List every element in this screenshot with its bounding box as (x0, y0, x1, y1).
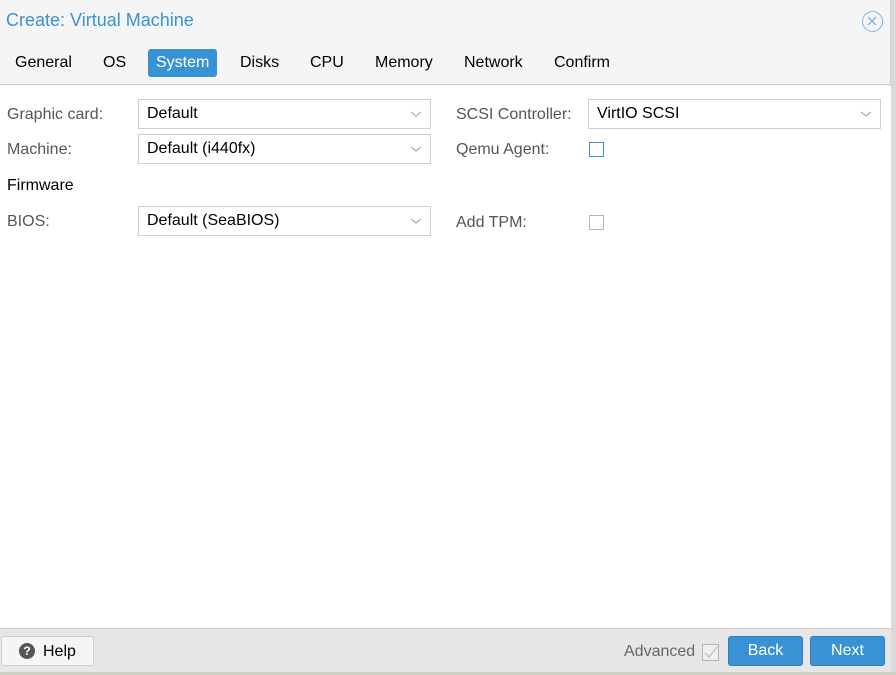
scsi-controller-value: VirtIO SCSI (597, 105, 680, 122)
close-icon (867, 16, 877, 26)
machine-value: Default (i440fx) (147, 140, 256, 157)
help-button[interactable]: ? Help (1, 636, 94, 666)
machine-label: Machine: (7, 141, 72, 158)
tab-os[interactable]: OS (95, 49, 134, 77)
advanced-checkbox[interactable] (702, 644, 719, 661)
graphic-card-label: Graphic card: (7, 106, 104, 123)
tab-general[interactable]: General (7, 49, 80, 77)
chevron-down-icon (410, 146, 422, 152)
qemu-agent-checkbox[interactable] (589, 142, 604, 157)
qemu-agent-label: Qemu Agent: (456, 141, 550, 158)
chevron-down-icon (860, 111, 872, 117)
wizard-tabs: General OS System Disks CPU Memory Netwo… (0, 42, 891, 85)
bios-label: BIOS: (7, 213, 50, 230)
tab-cpu[interactable]: CPU (302, 49, 352, 77)
graphic-card-select[interactable]: Default (138, 99, 431, 129)
add-tpm-label: Add TPM: (456, 214, 527, 231)
create-vm-dialog: Create: Virtual Machine General OS Syste… (0, 0, 891, 672)
dialog-header: Create: Virtual Machine (0, 0, 891, 42)
close-button[interactable] (862, 11, 883, 32)
chevron-down-icon (410, 218, 422, 224)
tab-memory[interactable]: Memory (367, 49, 441, 77)
add-tpm-checkbox[interactable] (589, 215, 604, 230)
tab-system[interactable]: System (148, 49, 218, 77)
graphic-card-value: Default (147, 105, 198, 122)
advanced-label: Advanced (624, 643, 696, 660)
bios-value: Default (SeaBIOS) (147, 212, 280, 229)
question-circle-icon: ? (19, 643, 35, 659)
dialog-title: Create: Virtual Machine (6, 10, 194, 30)
bios-select[interactable]: Default (SeaBIOS) (138, 206, 431, 236)
tab-network[interactable]: Network (456, 49, 531, 77)
checkmark-icon (704, 646, 718, 659)
chevron-down-icon (410, 111, 422, 117)
form-panel: Graphic card: Default Machine: Default (… (0, 86, 891, 628)
help-label: Help (43, 643, 76, 660)
firmware-heading: Firmware (7, 177, 74, 194)
dialog-footer: ? Help Advanced Back Next (0, 628, 891, 672)
next-button[interactable]: Next (810, 636, 885, 666)
back-button[interactable]: Back (728, 636, 803, 666)
scsi-controller-label: SCSI Controller: (456, 106, 572, 123)
scsi-controller-select[interactable]: VirtIO SCSI (588, 99, 881, 129)
tab-confirm[interactable]: Confirm (546, 49, 618, 77)
tab-disks[interactable]: Disks (232, 49, 287, 77)
machine-select[interactable]: Default (i440fx) (138, 134, 431, 164)
